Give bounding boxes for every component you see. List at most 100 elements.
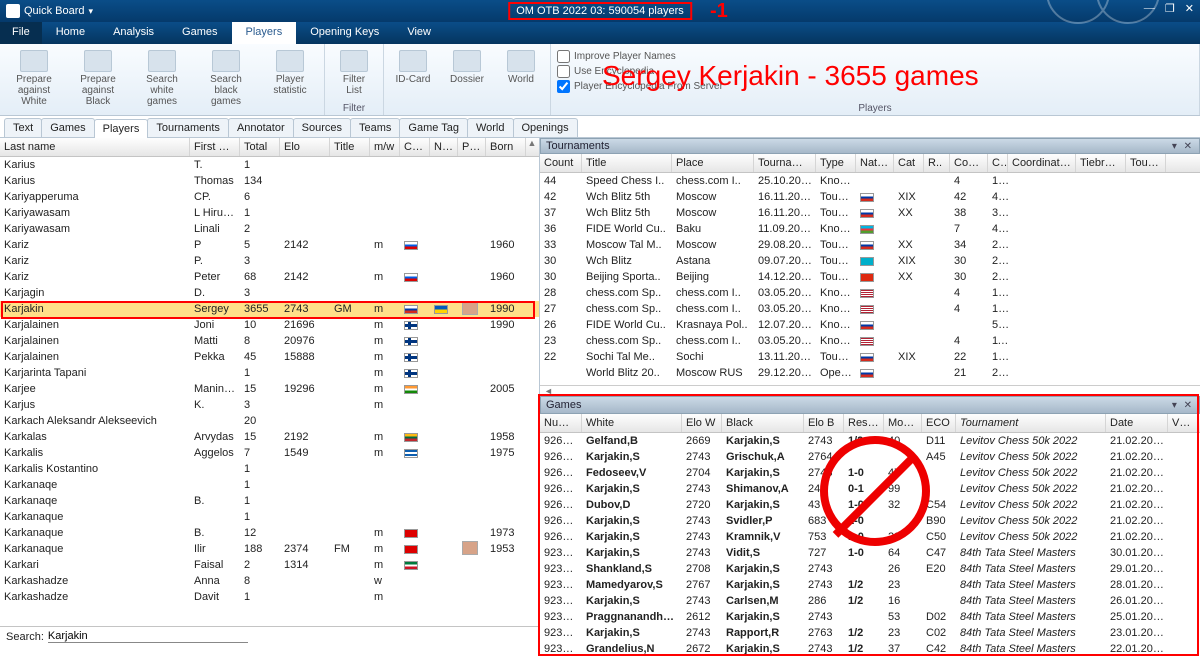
game-row[interactable]: 92395..Praggnanandhaa,R2612Karjakin,S274… xyxy=(540,609,1200,625)
ribbon-prepare-against-black[interactable]: Prepareagainst Black xyxy=(70,46,126,107)
game-row[interactable]: 92633..Fedoseev,V2704Karjakin,S27431-047… xyxy=(540,465,1200,481)
scroll-up-icon[interactable]: ▲ xyxy=(526,138,538,156)
subtab-tournaments[interactable]: Tournaments xyxy=(147,118,229,137)
scroll-left-icon[interactable]: ◄ xyxy=(540,386,553,396)
tourn-col[interactable]: Tourna.. xyxy=(1126,154,1166,172)
player-row[interactable]: Karkalis Kostantino1 xyxy=(0,461,539,477)
tournament-row[interactable]: World Blitz 20..Moscow RUS29.12.2019Open… xyxy=(540,365,1200,381)
games-col[interactable]: Result xyxy=(844,414,884,432)
player-row[interactable]: Karkanaqe1 xyxy=(0,477,539,493)
player-row[interactable]: KarkalisAggelos71549m1975 xyxy=(0,445,539,461)
file-menu[interactable]: File xyxy=(0,22,42,44)
tourn-col[interactable]: Count xyxy=(950,154,988,172)
subtab-teams[interactable]: Teams xyxy=(350,118,400,137)
ribbon-world[interactable]: World xyxy=(498,46,544,103)
game-row[interactable]: 92395..Mamedyarov,S2767Karjakin,S27431/2… xyxy=(540,577,1200,593)
tournament-row[interactable]: 42Wch Blitz 5thMoscow16.11.2009Tourn..XI… xyxy=(540,189,1200,205)
improve-player-names-check[interactable]: Improve Player Names xyxy=(557,50,1193,63)
tournament-row[interactable]: 23chess.com Sp..chess.com I..03.05.2017K… xyxy=(540,333,1200,349)
col-total[interactable]: Total xyxy=(240,138,280,156)
tournament-row[interactable]: 26FIDE World Cu..Krasnaya Pol..12.07.202… xyxy=(540,317,1200,333)
subtab-text[interactable]: Text xyxy=(4,118,42,137)
player-row[interactable]: KarkashadzeAnna8w xyxy=(0,573,539,589)
game-row[interactable]: 92633..Karjakin,S2743Shimanov,A240-199Le… xyxy=(540,481,1200,497)
menu-tab-games[interactable]: Games xyxy=(168,22,231,44)
tournament-row[interactable]: 22Sochi Tal Me..Sochi13.11.2014Tourn..XI… xyxy=(540,349,1200,365)
menu-tab-opening-keys[interactable]: Opening Keys xyxy=(296,22,393,44)
ribbon-prepare-against-white[interactable]: Prepareagainst White xyxy=(6,46,62,107)
game-row[interactable]: 92633..Karjakin,S2743Grischuk,A2764A45Le… xyxy=(540,449,1200,465)
col-country[interactable]: Cou... xyxy=(400,138,430,156)
tourn-col[interactable]: Title xyxy=(582,154,672,172)
subtab-openings[interactable]: Openings xyxy=(513,118,578,137)
games-header[interactable]: Games ▾ ✕ xyxy=(540,396,1200,414)
player-row[interactable]: KarizP52142m1960 xyxy=(0,237,539,253)
tourn-col[interactable]: Type xyxy=(816,154,856,172)
game-row[interactable]: 92395..Karjakin,S2743Vidit,S7271-064C478… xyxy=(540,545,1200,561)
col-native[interactable]: Native xyxy=(430,138,458,156)
ribbon-search-white-games[interactable]: Searchwhite games xyxy=(134,46,190,107)
tourn-col[interactable]: Place xyxy=(672,154,754,172)
subtab-players[interactable]: Players xyxy=(94,119,149,138)
player-row[interactable]: KarkanaqeB.1 xyxy=(0,493,539,509)
games-col[interactable]: Tournament xyxy=(956,414,1106,432)
player-row[interactable]: KarkashadzeDavit1m xyxy=(0,589,539,605)
games-col[interactable]: VCS xyxy=(1168,414,1198,432)
player-row[interactable]: KariyapperumaCP.6 xyxy=(0,189,539,205)
games-col[interactable]: Date xyxy=(1106,414,1168,432)
col-mw[interactable]: m/w xyxy=(370,138,400,156)
game-row[interactable]: 92633..Karjakin,S2743Kramnik,V7531-023C5… xyxy=(540,529,1200,545)
player-row[interactable]: KarjalainenMatti820976m xyxy=(0,333,539,349)
col-elo[interactable]: Elo xyxy=(280,138,330,156)
game-row[interactable]: 92360..Karjakin,S2743Rapport,R27631/223C… xyxy=(540,625,1200,641)
player-row[interactable]: KarizPeter682142m1960 xyxy=(0,269,539,285)
player-row[interactable]: Karkanaque1 xyxy=(0,509,539,525)
tourn-col[interactable]: Count xyxy=(540,154,582,172)
tourn-col[interactable]: R.. xyxy=(924,154,950,172)
player-row[interactable]: KarizP.3 xyxy=(0,253,539,269)
subtab-sources[interactable]: Sources xyxy=(293,118,351,137)
panel-controls[interactable]: ▾ ✕ xyxy=(1172,400,1194,411)
tournament-row[interactable]: 28chess.com Sp..chess.com I..03.05.2017K… xyxy=(540,285,1200,301)
player-row[interactable]: KarjeeManindra1519296m2005 xyxy=(0,381,539,397)
player-row[interactable]: KarkalasArvydas152192m1958 xyxy=(0,429,539,445)
tournament-row[interactable]: 37Wch Blitz 5thMoscow16.11.2010Tourn..XX… xyxy=(540,205,1200,221)
player-row[interactable]: KariyawasamLinali2 xyxy=(0,221,539,237)
player-row[interactable]: KarkariFaisal21314m xyxy=(0,557,539,573)
player-row[interactable]: KariusThomas134 xyxy=(0,173,539,189)
tournaments-grid[interactable]: 44Speed Chess I..chess.com I..25.10.2020… xyxy=(540,173,1200,385)
panel-controls[interactable]: ▾ ✕ xyxy=(1172,141,1194,152)
player-row[interactable]: Karkach Aleksandr Alekseevich20 xyxy=(0,413,539,429)
tourn-col[interactable]: Tournamen.. xyxy=(754,154,816,172)
tournament-row[interactable]: 36FIDE World Cu..Baku11.09.2015Knock..74… xyxy=(540,221,1200,237)
player-row[interactable]: KarjalainenJoni1021696m1990 xyxy=(0,317,539,333)
use-encyclopedia-check[interactable]: Use Encyclopedia xyxy=(557,65,1193,78)
ribbon-id-card[interactable]: ID-Card xyxy=(390,46,436,103)
games-col[interactable]: Numb.. xyxy=(540,414,582,432)
ribbon-player-statistic[interactable]: Playerstatistic xyxy=(262,46,318,107)
player-row[interactable]: KariyawasamL Hirunima1 xyxy=(0,205,539,221)
tourn-col[interactable]: C.. xyxy=(988,154,1008,172)
game-row[interactable]: 92360..Grandelius,N2672Karjakin,S27431/2… xyxy=(540,641,1200,657)
player-row[interactable]: KarjaginD.3 xyxy=(0,285,539,301)
menu-tab-analysis[interactable]: Analysis xyxy=(99,22,168,44)
games-col[interactable]: Elo W xyxy=(682,414,722,432)
close-icon[interactable]: ✕ xyxy=(1185,2,1194,15)
col-title[interactable]: Title xyxy=(330,138,370,156)
title-dropdown-icon[interactable]: ▾ xyxy=(89,6,94,17)
maximize-icon[interactable]: ❐ xyxy=(1165,2,1175,15)
subtab-games[interactable]: Games xyxy=(41,118,94,137)
tourn-col[interactable]: Coordinates xyxy=(1008,154,1076,172)
game-row[interactable]: 92395..Shankland,S2708Karjakin,S274326E2… xyxy=(540,561,1200,577)
games-col[interactable]: ECO xyxy=(922,414,956,432)
player-row[interactable]: KarkanaqueB.12m1973 xyxy=(0,525,539,541)
menu-tab-players[interactable]: Players xyxy=(232,22,297,44)
game-row[interactable]: 92633..Gelfand,B2669Karjakin,S27431/240D… xyxy=(540,433,1200,449)
tournament-row[interactable]: 30Wch BlitzAstana09.07.2012Tourn..XIX302… xyxy=(540,253,1200,269)
games-grid[interactable]: 92633..Gelfand,B2669Karjakin,S27431/240D… xyxy=(540,433,1200,657)
minimize-icon[interactable]: — xyxy=(1144,2,1155,15)
player-row[interactable]: Karjarinta Tapani1m xyxy=(0,365,539,381)
ribbon-search-black-games[interactable]: Searchblack games xyxy=(198,46,254,107)
tournament-row[interactable]: 44Speed Chess I..chess.com I..25.10.2020… xyxy=(540,173,1200,189)
subtab-annotator[interactable]: Annotator xyxy=(228,118,294,137)
